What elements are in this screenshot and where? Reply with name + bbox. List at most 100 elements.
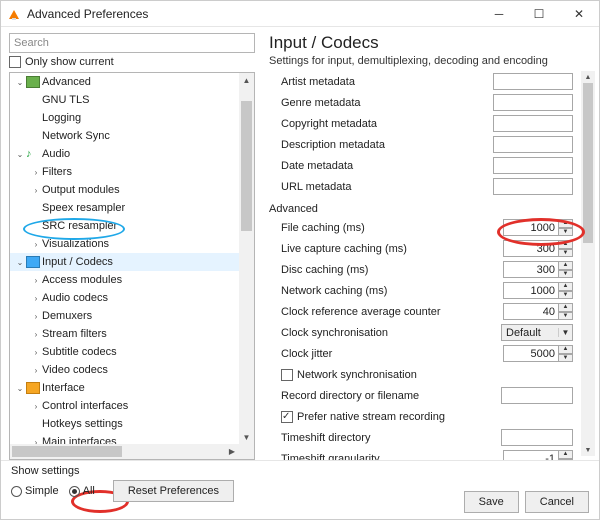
spin-up-icon[interactable]: ▲ [559,303,573,312]
spin-up-icon[interactable]: ▲ [559,282,573,291]
checkbox[interactable] [281,369,293,381]
tree-item[interactable]: ›Stream filters [10,325,254,343]
reset-preferences-button[interactable]: Reset Preferences [113,480,234,502]
clock-sync-combo[interactable]: Default▼ [501,324,573,341]
tree-item[interactable]: ⌄Interface [10,379,254,397]
spin-up-icon[interactable]: ▲ [559,219,573,228]
tree-expander-icon[interactable]: › [30,312,42,321]
radio-all[interactable]: All [69,485,95,497]
field-label: Clock jitter [281,348,503,360]
spinbox-value[interactable]: 300 [503,261,559,278]
tree-expander-icon[interactable]: ⌄ [14,384,26,393]
tree-scrollbar-horizontal[interactable]: ◀▶ [10,444,239,459]
clock-ref-spinbox[interactable]: 40▲▼ [503,303,573,320]
tree-item[interactable]: ›Audio codecs [10,289,254,307]
tree-item[interactable]: ›Subtitle codecs [10,343,254,361]
tree-item[interactable]: Speex resampler [10,199,254,217]
prefer-native-checkbox[interactable]: Prefer native stream recording [281,411,445,423]
spin-down-icon[interactable]: ▼ [559,228,573,237]
maximize-button[interactable]: ☐ [519,1,559,26]
tree-item[interactable]: ›Access modules [10,271,254,289]
tree-expander-icon[interactable]: › [30,186,42,195]
live-caching-spinbox[interactable]: 300▲▼ [503,240,573,257]
tree-item[interactable]: SRC resampler [10,217,254,235]
tree-expander-icon[interactable]: › [30,366,42,375]
form-row: Clock synchronisationDefault▼ [269,322,573,343]
tree-expander-icon[interactable]: › [30,402,42,411]
spinbox-value[interactable]: 1000 [503,282,559,299]
tree[interactable]: ⌄ Advanced GNU TLSLoggingNetwork Sync⌄♪Aud… [9,72,255,460]
cancel-button[interactable]: Cancel [525,491,589,513]
tree-expander-icon[interactable]: › [30,330,42,339]
field-label: Date metadata [281,160,493,172]
spin-up-icon[interactable]: ▲ [559,450,573,459]
tree-item[interactable]: Network Sync [10,127,254,145]
date-metadata-input[interactable] [493,157,573,174]
timeshift-dir-input[interactable] [501,429,573,446]
spin-down-icon[interactable]: ▼ [559,270,573,279]
tree-item[interactable]: ⌄♪Audio [10,145,254,163]
tree-item[interactable]: ›Control interfaces [10,397,254,415]
spin-down-icon[interactable]: ▼ [559,354,573,363]
spin-up-icon[interactable]: ▲ [559,345,573,354]
close-button[interactable]: ✕ [559,1,599,26]
show-settings-label: Show settings [11,465,79,477]
tree-item-label: Audio [42,148,70,160]
spin-up-icon[interactable]: ▲ [559,261,573,270]
tree-expander-icon[interactable]: › [30,168,42,177]
save-button[interactable]: Save [464,491,519,513]
tree-item[interactable]: Hotkeys settings [10,415,254,433]
tree-expander-icon[interactable]: ⌄ [14,258,26,267]
tree-expander-icon[interactable]: › [30,240,42,249]
tree-item[interactable]: Logging [10,109,254,127]
bottom-bar: Show settings Simple All Reset Preferenc… [1,460,599,519]
field-label: Network caching (ms) [281,285,503,297]
spin-down-icon[interactable]: ▼ [559,291,573,300]
minimize-button[interactable]: ─ [479,1,519,26]
only-show-current-checkbox[interactable] [9,56,21,68]
tree-item[interactable]: ›Demuxers [10,307,254,325]
disc-caching-spinbox[interactable]: 300▲▼ [503,261,573,278]
panel-subtitle: Settings for input, demultiplexing, deco… [269,55,593,67]
spin-up-icon[interactable]: ▲ [559,240,573,249]
search-input[interactable]: Search [9,33,255,53]
artist-metadata-input[interactable] [493,73,573,90]
record-dir-input[interactable] [501,387,573,404]
spinbox-value[interactable]: -1 [503,450,559,460]
tree-item[interactable]: GNU TLS [10,91,254,109]
network-caching-spinbox[interactable]: 1000▲▼ [503,282,573,299]
tree-item[interactable]: ›Filters [10,163,254,181]
copyright-metadata-input[interactable] [493,115,573,132]
file-caching-spinbox[interactable]: 1000▲▼ [503,219,573,236]
clock-jitter-spinbox[interactable]: 5000▲▼ [503,345,573,362]
chevron-down-icon[interactable]: ▼ [558,328,572,337]
panel-scrollbar-vertical[interactable]: ▲▼ [581,71,595,456]
tree-item[interactable]: ›Output modules [10,181,254,199]
url-metadata-input[interactable] [493,178,573,195]
genre-metadata-input[interactable] [493,94,573,111]
tree-expander-icon[interactable]: ⌄ [14,78,26,87]
tree-item[interactable]: ›Video codecs [10,361,254,379]
spinbox-value[interactable]: 5000 [503,345,559,362]
spinbox-value[interactable]: 40 [503,303,559,320]
tree-expander-icon[interactable]: ⌄ [14,150,26,159]
tree-item[interactable]: ›Visualizations [10,235,254,253]
tree-expander-icon[interactable]: › [30,348,42,357]
tree-scrollbar-vertical[interactable]: ▲▼ [239,73,254,459]
spin-down-icon[interactable]: ▼ [559,312,573,321]
checkbox[interactable] [281,411,293,423]
tree-expander-icon[interactable]: › [30,294,42,303]
tree-item-label: Advanced [42,76,91,88]
form-row: Timeshift granularity-1▲▼ [269,448,573,460]
spinbox-value[interactable]: 300 [503,240,559,257]
tree-item[interactable]: ⌄Input / Codecs [10,253,254,271]
tree-item-label: Access modules [42,274,122,286]
network-sync-checkbox[interactable]: Network synchronisation [281,369,417,381]
radio-simple[interactable]: Simple [11,485,59,497]
timeshift-gran-spinbox[interactable]: -1▲▼ [503,450,573,460]
tree-item[interactable]: ⌄ Advanced [10,73,254,91]
spin-down-icon[interactable]: ▼ [559,249,573,258]
tree-expander-icon[interactable]: › [30,276,42,285]
spinbox-value[interactable]: 1000 [503,219,559,236]
description-metadata-input[interactable] [493,136,573,153]
